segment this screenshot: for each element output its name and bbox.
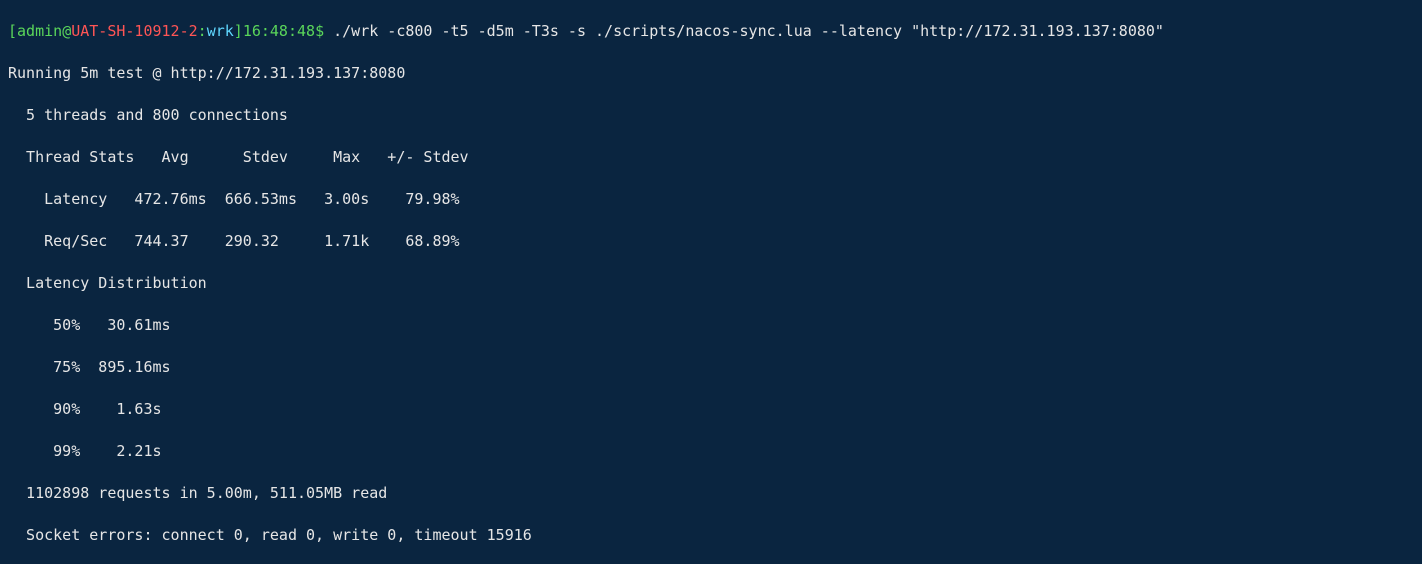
prompt-close-bracket: ] <box>234 22 243 40</box>
latency-dist-row: 75% 895.16ms <box>8 357 1414 378</box>
prompt-colon: : <box>198 22 207 40</box>
prompt-dollar: $ <box>315 22 324 40</box>
prompt-host: UAT-SH-10912-2 <box>71 22 197 40</box>
latency-dist-row: 99% 2.21s <box>8 441 1414 462</box>
command-text: ./wrk -c800 -t5 -d5m -T3s -s ./scripts/n… <box>333 22 1164 40</box>
latency-dist-row: 50% 30.61ms <box>8 315 1414 336</box>
running-line: Running 5m test @ http://172.31.193.137:… <box>8 63 1414 84</box>
summary-requests: 1102898 requests in 5.00m, 511.05MB read <box>8 483 1414 504</box>
threads-line: 5 threads and 800 connections <box>8 105 1414 126</box>
latency-dist-header: Latency Distribution <box>8 273 1414 294</box>
thread-stats-header: Thread Stats Avg Stdev Max +/- Stdev <box>8 147 1414 168</box>
prompt-at: @ <box>62 22 71 40</box>
prompt-open-bracket: [ <box>8 22 17 40</box>
latency-row: Latency 472.76ms 666.53ms 3.00s 79.98% <box>8 189 1414 210</box>
prompt-user: admin <box>17 22 62 40</box>
prompt-line: [admin@UAT-SH-10912-2:wrk]16:48:48$ ./wr… <box>8 21 1414 42</box>
command-input[interactable] <box>324 22 333 40</box>
prompt-cwd: wrk <box>207 22 234 40</box>
socket-errors: Socket errors: connect 0, read 0, write … <box>8 525 1414 546</box>
prompt-time: 16:48:48 <box>243 22 315 40</box>
terminal[interactable]: [admin@UAT-SH-10912-2:wrk]16:48:48$ ./wr… <box>0 0 1422 564</box>
latency-dist-row: 90% 1.63s <box>8 399 1414 420</box>
reqsec-row: Req/Sec 744.37 290.32 1.71k 68.89% <box>8 231 1414 252</box>
